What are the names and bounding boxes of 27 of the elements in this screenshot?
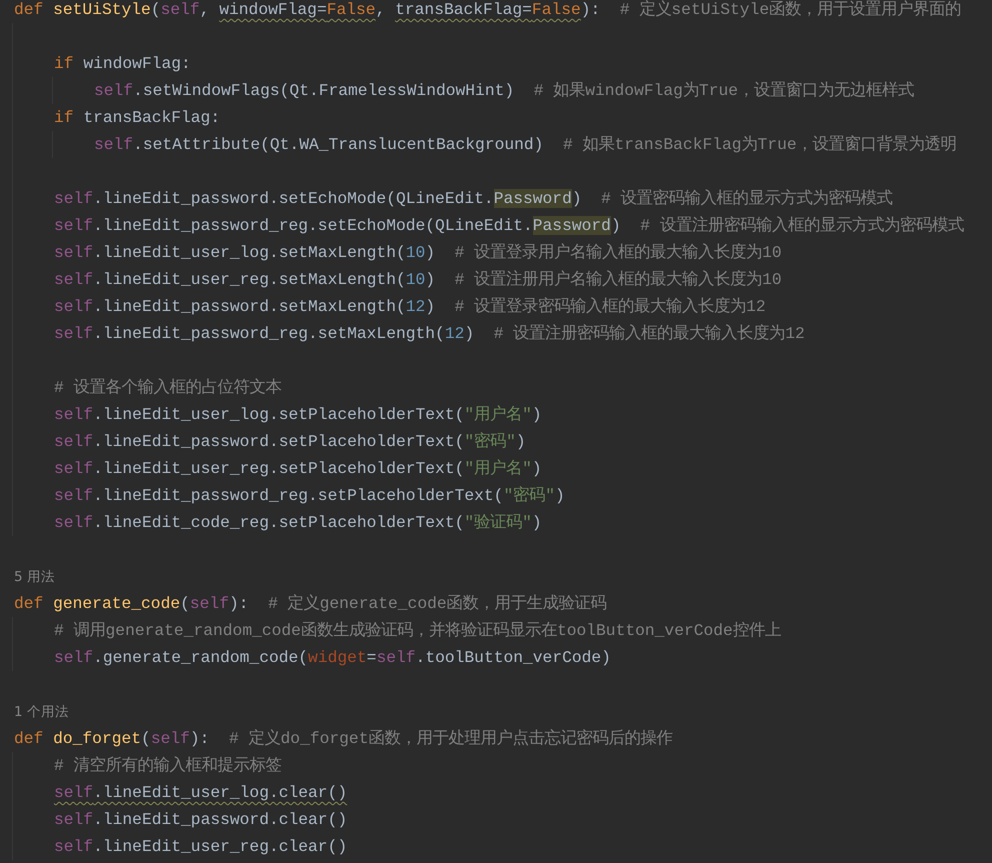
usage-hint[interactable]: 5 用法: [14, 568, 55, 586]
code-line: def do_forget(self): # 定义do_forget函数，用于处理用户点击忘记密码后的操作: [14, 728, 672, 749]
usage-hint[interactable]: 1 个用法: [14, 702, 69, 720]
code-line: self.lineEdit_user_log.setMaxLength(10) # 设置登录用户名输入框的最大输入长度为10: [54, 242, 782, 263]
code-line: if transBackFlag:: [54, 107, 220, 128]
code-line: self.lineEdit_user_reg.setPlaceholderText("用户名"): [54, 458, 542, 479]
code-line: self.lineEdit_password_reg.setPlaceholderText("密码"): [54, 485, 565, 506]
code-line: self.setAttribute(Qt.WA_TranslucentBackground) # 如果transBackFlag为True，设置窗口背景为透明: [94, 134, 957, 155]
code-line: self.lineEdit_password_reg.setEchoMode(QLineEdit.Password) # 设置注册密码输入框的显示方式为密码模式: [54, 215, 964, 236]
code-line: self.lineEdit_user_reg.clear(): [54, 836, 348, 857]
code-line: self.lineEdit_password.setPlaceholderText("密码"): [54, 431, 526, 452]
code-line: # 调用generate_random_code函数生成验证码，并将验证码显示在toolButton_verCode控件上: [54, 620, 781, 641]
code-line: self.lineEdit_user_log.setPlaceholderText("用户名"): [54, 404, 542, 425]
code-line: def generate_code(self): # 定义generate_code函数，用于生成验证码: [14, 593, 607, 614]
code-line: self.lineEdit_password.setEchoMode(QLineEdit.Password) # 设置密码输入框的显示方式为密码模式: [54, 188, 893, 209]
code-line: self.lineEdit_password_reg.setMaxLength(12) # 设置注册密码输入框的最大输入长度为12: [54, 323, 805, 344]
code-line: # 清空所有的输入框和提示标签: [54, 755, 282, 776]
code-line: self.lineEdit_password.setMaxLength(12) # 设置登录密码输入框的最大输入长度为12: [54, 296, 766, 317]
code-line: self.lineEdit_code_reg.setPlaceholderText("验证码"): [54, 512, 542, 533]
code-line: self.lineEdit_user_log.clear(): [54, 782, 348, 803]
code-line: # 设置各个输入框的占位符文本: [54, 377, 282, 398]
code-line: self.setWindowFlags(Qt.FramelessWindowHint) # 如果windowFlag为True，设置窗口为无边框样式: [94, 80, 914, 101]
code-line: self.lineEdit_user_reg.setMaxLength(10) # 设置注册用户名输入框的最大输入长度为10: [54, 269, 782, 290]
code-line: self.lineEdit_password.clear(): [54, 809, 348, 830]
code-line: self.generate_random_code(widget=self.toolButton_verCode): [54, 647, 611, 668]
code-line: if windowFlag:: [54, 53, 191, 74]
code-line: def setUiStyle(self, windowFlag=False, transBackFlag=False): # 定义setUiStyle函数，用于设置用户界面的: [14, 0, 962, 20]
